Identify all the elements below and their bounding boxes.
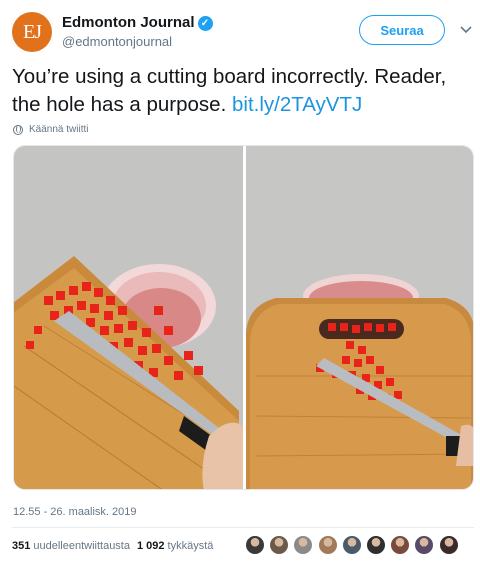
verified-badge-icon: ✓ xyxy=(197,16,213,31)
liker-avatar[interactable] xyxy=(269,535,290,555)
author-name[interactable]: Edmonton Journal ✓ xyxy=(62,14,213,31)
tweet-text: You’re using a cutting board incorrectly… xyxy=(12,63,478,119)
globe-icon xyxy=(13,124,23,135)
retweets-count[interactable]: 351 xyxy=(12,540,30,552)
retweets-stat[interactable]: 351 uudelleentwiittausta xyxy=(12,540,130,552)
tweet-body: You’re using a cutting board incorrectly… xyxy=(12,65,447,116)
tweet-media[interactable] xyxy=(13,145,474,490)
liker-avatar[interactable] xyxy=(341,535,362,555)
likers-avatars xyxy=(245,535,463,555)
liker-avatar[interactable] xyxy=(390,535,411,555)
liker-avatar[interactable] xyxy=(293,535,314,555)
liker-avatar[interactable] xyxy=(317,535,338,555)
author-handle[interactable]: @edmontonjournal xyxy=(62,34,172,49)
retweets-label[interactable]: uudelleentwiittausta xyxy=(33,540,130,552)
tweet-header: EJ Edmonton Journal ✓ @edmontonjournal Se… xyxy=(0,0,480,62)
liker-avatar[interactable] xyxy=(365,535,386,555)
photo-left[interactable] xyxy=(14,146,243,489)
tweet-stats: 351 uudelleentwiittausta 1 092 tykkäystä xyxy=(12,540,220,552)
liker-avatar[interactable] xyxy=(414,535,435,555)
likes-count[interactable]: 1 092 xyxy=(137,540,165,552)
photo-right[interactable] xyxy=(246,146,473,489)
divider xyxy=(12,527,474,528)
tweet-link[interactable]: bit.ly/2TAyVTJ xyxy=(232,93,362,116)
author-name-text[interactable]: Edmonton Journal xyxy=(62,14,195,31)
liker-avatar[interactable] xyxy=(438,535,459,555)
chevron-down-icon[interactable] xyxy=(458,22,474,38)
translate-label[interactable]: Käännä twiitti xyxy=(29,124,88,135)
tweet-timestamp[interactable]: 12.55 - 26. maalisk. 2019 xyxy=(13,506,137,518)
likes-stat[interactable]: 1 092 tykkäystä xyxy=(137,540,213,552)
avatar[interactable]: EJ xyxy=(12,12,52,52)
translate-tweet[interactable]: Käännä twiitti xyxy=(13,124,88,135)
liker-avatar[interactable] xyxy=(245,535,265,555)
likes-label[interactable]: tykkäystä xyxy=(168,540,214,552)
follow-button[interactable]: Seuraa xyxy=(359,15,445,45)
